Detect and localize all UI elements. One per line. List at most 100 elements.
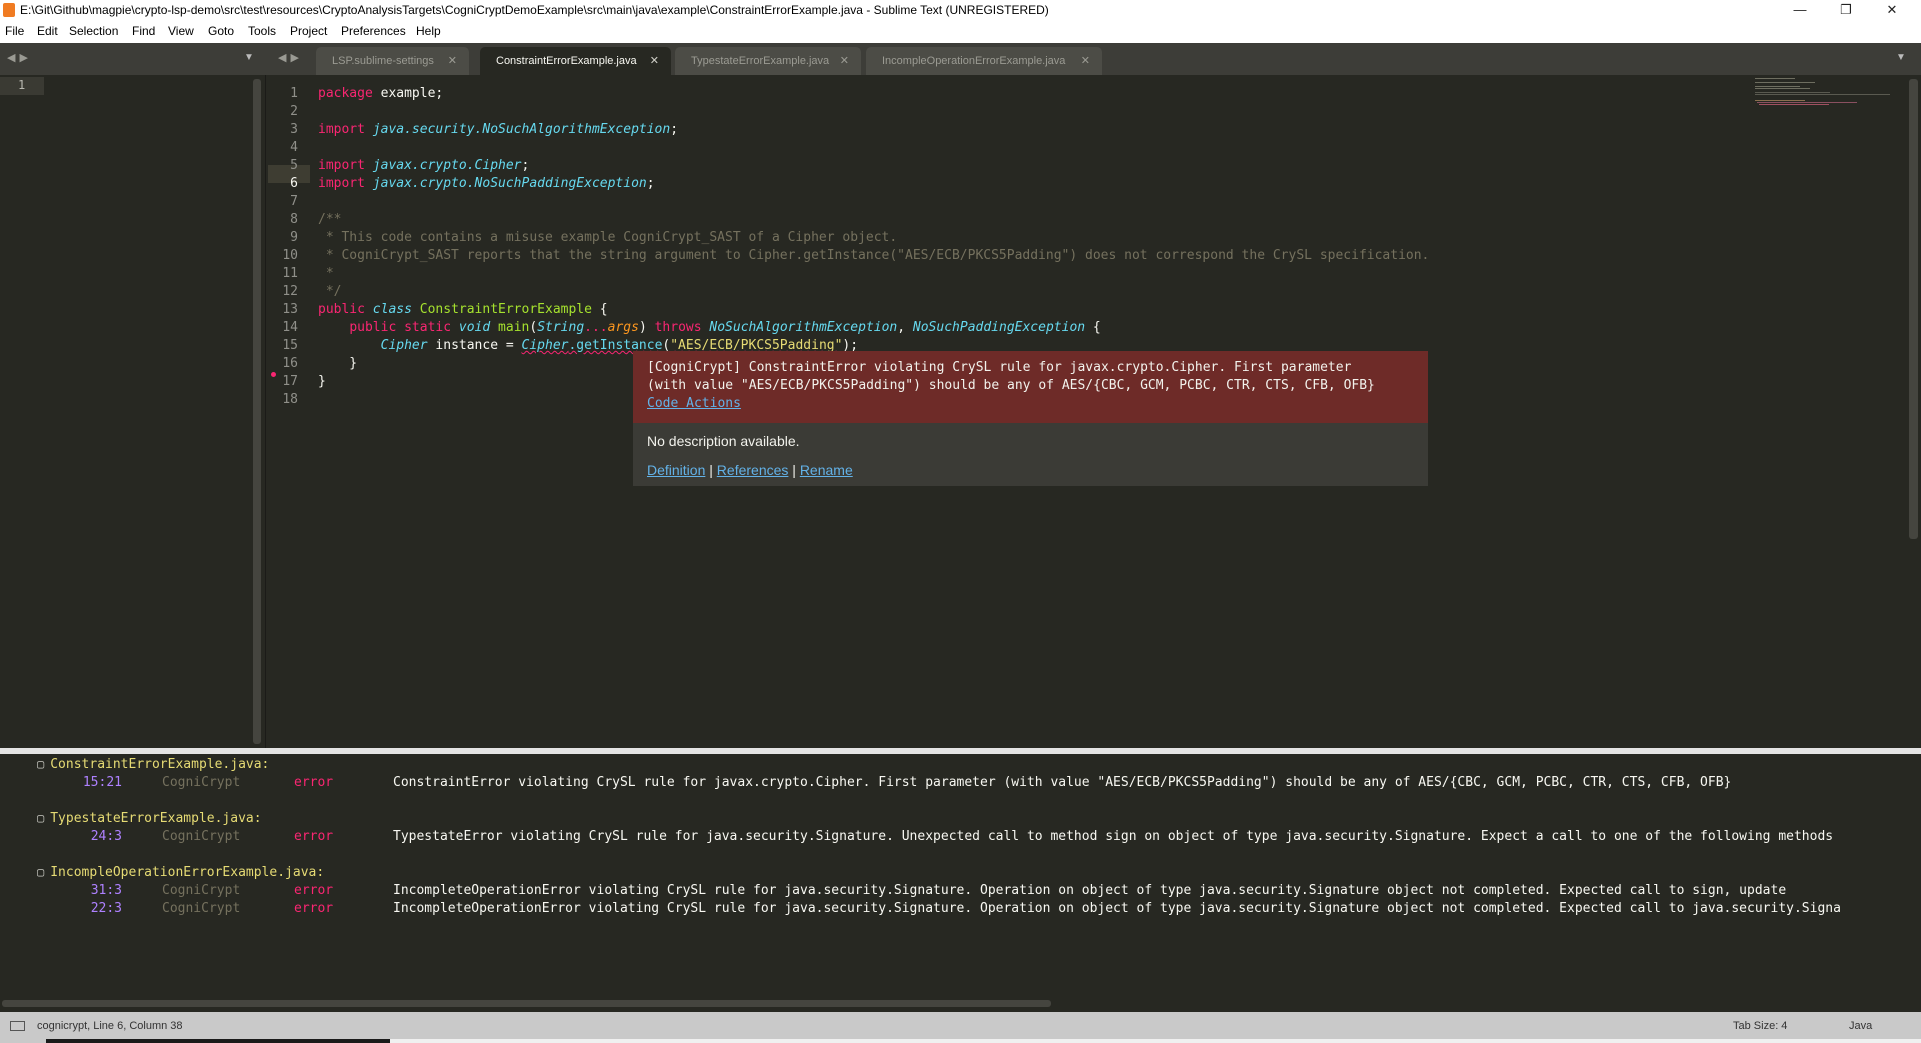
tab-size-selector[interactable]: Tab Size: 4 xyxy=(1733,1020,1787,1032)
menu-view[interactable]: View xyxy=(168,24,194,38)
class-name: NoSuchPaddingException xyxy=(474,176,647,191)
code-text: ; xyxy=(670,122,679,137)
menu-project[interactable]: Project xyxy=(290,24,327,38)
tab-nav-arrows-icon[interactable]: ◀▶ xyxy=(278,51,303,64)
left-editor-pane[interactable]: 1 xyxy=(0,75,266,748)
menu-file[interactable]: File xyxy=(5,24,24,38)
file-name: TypestateErrorExample.java: xyxy=(50,811,262,826)
hover-links: Definition | References | Rename xyxy=(647,462,853,478)
diagnostic-position: 22:3 xyxy=(90,901,122,916)
syntax-selector[interactable]: Java xyxy=(1849,1020,1872,1032)
tab-label: TypestateErrorExample.java xyxy=(691,55,830,67)
menu-edit[interactable]: Edit xyxy=(37,24,58,38)
menu-preferences[interactable]: Preferences xyxy=(341,24,406,38)
type-name: void xyxy=(458,320,491,335)
keyword: public xyxy=(318,302,365,317)
line-number: 1 xyxy=(290,86,298,101)
code-line-5: import javax.crypto.Cipher; xyxy=(318,158,529,173)
code-actions-link[interactable]: Code Actions xyxy=(647,396,741,411)
keyword: public xyxy=(349,320,397,335)
diagnostic-severity: error xyxy=(294,901,334,916)
code-line-8: /** xyxy=(318,212,342,227)
diagnostic-severity: error xyxy=(294,883,334,898)
line-number: 12 xyxy=(282,284,298,299)
diagnostic-severity: error xyxy=(294,775,334,790)
line-number: 11 xyxy=(282,266,298,281)
tab-close-icon[interactable]: ✕ xyxy=(448,47,457,75)
tab-constraint-error-example[interactable]: ConstraintErrorExample.java ✕ xyxy=(480,47,671,75)
file-name: IncompleOperationErrorExample.java: xyxy=(50,865,325,880)
tab-close-icon[interactable]: ✕ xyxy=(840,47,849,75)
tab-close-icon[interactable]: ✕ xyxy=(650,47,659,75)
package-path: javax.crypto. xyxy=(364,176,475,191)
left-pane-scrollbar[interactable] xyxy=(253,79,261,744)
diagnostic-position: 24:3 xyxy=(90,829,122,844)
diagnostics-file-header[interactable]: ▢ ConstraintErrorExample.java: xyxy=(37,757,269,772)
line-number: 10 xyxy=(282,248,298,263)
status-text: cognicrypt, Line 6, Column 38 xyxy=(37,1020,183,1032)
rename-link[interactable]: Rename xyxy=(800,462,853,478)
tab-lsp-settings[interactable]: LSP.sublime-settings ✕ xyxy=(316,47,469,75)
line-number: 17 xyxy=(282,374,298,389)
left-pane-dropdown-icon[interactable]: ▼ xyxy=(244,52,254,63)
tab-list-dropdown-icon[interactable]: ▼ xyxy=(1896,52,1906,63)
line-number: 14 xyxy=(282,320,298,335)
editor-scrollbar[interactable] xyxy=(1909,79,1918,539)
line-number: 7 xyxy=(290,194,298,209)
type-name: Cipher xyxy=(380,338,428,353)
line-number: 1 xyxy=(18,78,26,92)
tab-label: ConstraintErrorExample.java xyxy=(496,55,637,67)
references-link[interactable]: References xyxy=(717,462,789,478)
title-bar: E:\Git\Github\magpie\crypto-lsp-demo\src… xyxy=(0,0,1921,21)
fold-icon[interactable]: ▢ xyxy=(37,757,44,771)
code-line-3: import java.security.NoSuchAlgorithmExce… xyxy=(318,122,678,137)
function-name: main xyxy=(498,320,530,335)
diagnostic-message: ConstraintError violating CrySL rule for… xyxy=(393,775,1732,790)
menu-tools[interactable]: Tools xyxy=(248,24,276,38)
class-name: NoSuchPaddingException xyxy=(912,320,1086,335)
diagnostics-file-header[interactable]: ▢ TypestateErrorExample.java: xyxy=(37,811,262,826)
diagnostic-message: IncompleteOperationError violating CrySL… xyxy=(393,883,1787,898)
close-button[interactable]: ✕ xyxy=(1869,0,1915,21)
line-number: 3 xyxy=(290,122,298,137)
panel-horizontal-scrollbar[interactable] xyxy=(2,1000,1051,1007)
left-pane-nav-arrows-icon[interactable]: ◀▶ xyxy=(7,51,32,64)
diagnostic-source: CogniCrypt xyxy=(162,829,241,844)
fold-icon[interactable]: ▢ xyxy=(37,865,44,879)
error-message-box: [CogniCrypt] ConstraintError violating C… xyxy=(633,351,1428,423)
line-number: 4 xyxy=(290,140,298,155)
hover-popup: [CogniCrypt] ConstraintError violating C… xyxy=(633,351,1428,486)
tab-typestate-error-example[interactable]: TypestateErrorExample.java ✕ xyxy=(675,47,861,75)
code-text: { xyxy=(591,302,608,317)
diagnostic-position: 15:21 xyxy=(82,775,122,790)
class-name: Cipher xyxy=(474,158,522,173)
parameter-name: args xyxy=(607,320,639,335)
keyword: package xyxy=(318,86,373,101)
code-text: example; xyxy=(372,86,444,101)
minimize-button[interactable]: — xyxy=(1777,0,1823,21)
diagnostic-source: CogniCrypt xyxy=(162,775,241,790)
code-line-16: } xyxy=(318,356,358,371)
diagnostics-file-header[interactable]: ▢ IncompleOperationErrorExample.java: xyxy=(37,865,324,880)
diagnostic-source: CogniCrypt xyxy=(162,883,241,898)
diagnostic-source: CogniCrypt xyxy=(162,901,241,916)
tab-close-icon[interactable]: ✕ xyxy=(1081,47,1090,75)
menu-help[interactable]: Help xyxy=(416,24,441,38)
menu-goto[interactable]: Goto xyxy=(208,24,234,38)
tab-incomple-operation-error-example[interactable]: IncompleOperationErrorExample.java ✕ xyxy=(866,47,1102,75)
code-line-13: public class ConstraintErrorExample { xyxy=(318,302,608,317)
panel-toggle-icon[interactable] xyxy=(10,1021,25,1031)
status-bar: cognicrypt, Line 6, Column 38 Tab Size: … xyxy=(0,1012,1921,1043)
fold-icon[interactable]: ▢ xyxy=(37,811,44,825)
menu-find[interactable]: Find xyxy=(132,24,155,38)
minimap[interactable] xyxy=(1753,75,1893,115)
restore-button[interactable]: ❐ xyxy=(1823,0,1869,21)
line-number: 6 xyxy=(290,176,298,191)
code-line-10: * CogniCrypt_SAST reports that the strin… xyxy=(318,248,1430,263)
window-title: E:\Git\Github\magpie\crypto-lsp-demo\src… xyxy=(20,3,1049,17)
definition-link[interactable]: Definition xyxy=(647,462,705,478)
tab-bar: ◀▶ ▼ ◀▶ LSP.sublime-settings ✕ Constrain… xyxy=(0,43,1921,75)
menu-selection[interactable]: Selection xyxy=(69,24,118,38)
line-number: 9 xyxy=(290,230,298,245)
line-number: 13 xyxy=(282,302,298,317)
